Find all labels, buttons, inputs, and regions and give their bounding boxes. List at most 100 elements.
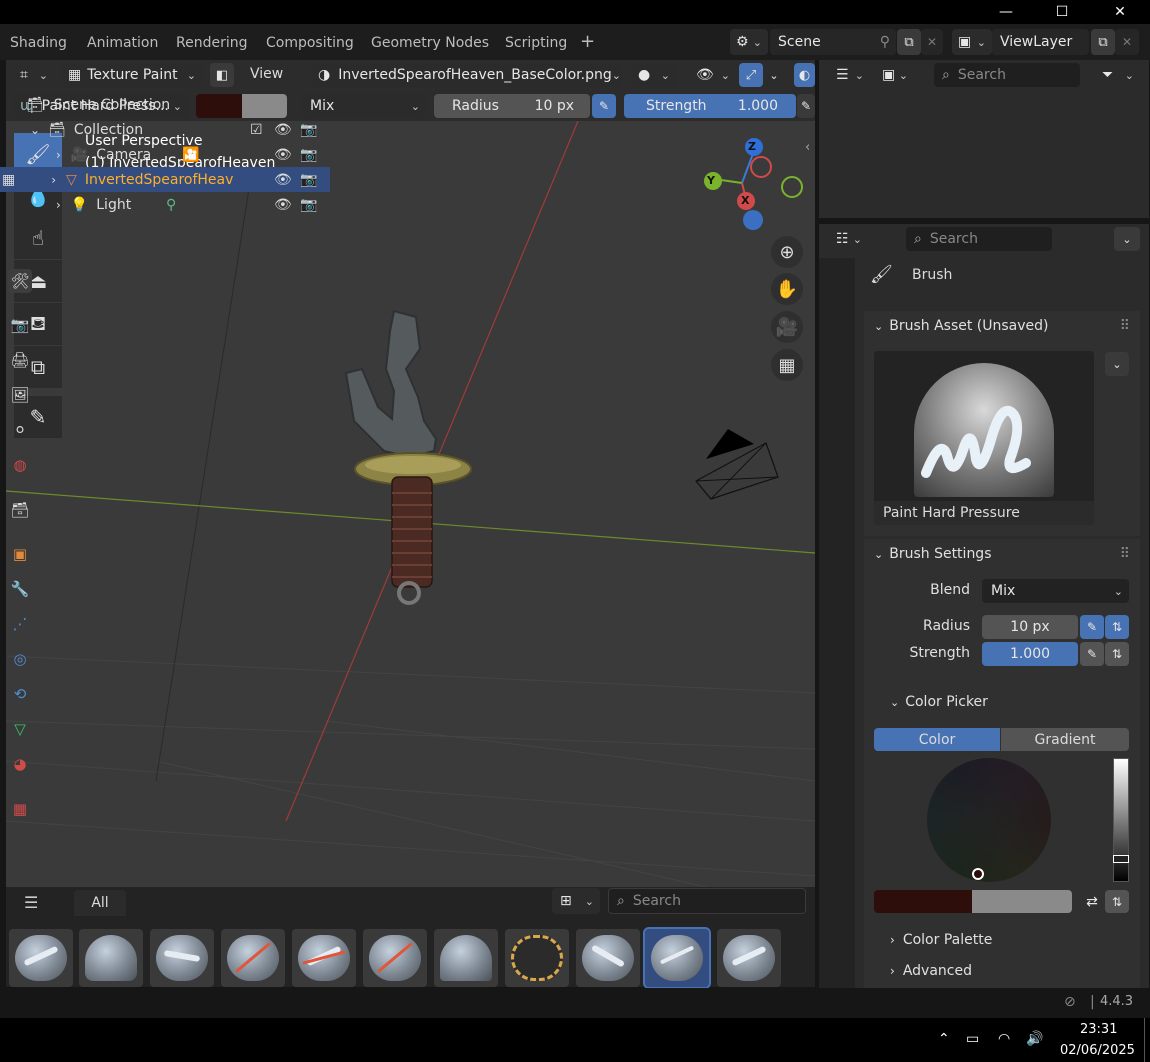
brush-thumb-paint-hard-pressure[interactable] xyxy=(643,927,711,989)
tab-rendering[interactable]: Rendering xyxy=(176,35,248,51)
brush-thumb-3[interactable] xyxy=(150,929,214,987)
pin-icon[interactable]: ⚲ xyxy=(880,34,896,50)
outliner-row-spear[interactable]: ▦ › ▽ InvertedSpearofHeav 👁 📷 xyxy=(0,167,330,192)
modifier-wrench-icon[interactable]: 🔧 xyxy=(8,577,32,601)
hamburger-menu-icon[interactable]: ☰ xyxy=(24,893,38,912)
clock-time[interactable]: 23:31 xyxy=(1080,1022,1117,1037)
radius-field[interactable]: 10 px xyxy=(982,615,1078,639)
perspective-grid-icon[interactable]: ▦ xyxy=(771,349,803,381)
scene-selector-button[interactable]: ⚙ ⌄ xyxy=(730,29,768,55)
eye-icon[interactable]: 👁 xyxy=(274,197,292,213)
camera-render-icon[interactable]: 📷 xyxy=(300,172,317,188)
radius-unit-icon[interactable]: ⇅ xyxy=(1105,615,1129,639)
collection-tab-icon[interactable]: 🗃 xyxy=(8,498,32,522)
zoom-icon[interactable]: ⊕ xyxy=(771,236,803,268)
properties-editor-type-button[interactable]: ☷ ⌄ xyxy=(832,227,868,251)
editor-type-button[interactable]: ⌗ ⌄ xyxy=(16,63,54,87)
asset-search-input[interactable]: ⌕ Search xyxy=(608,888,806,914)
tab-geometry-nodes[interactable]: Geometry Nodes xyxy=(371,35,489,51)
scene-tab-icon[interactable]: ⚪ xyxy=(8,418,32,442)
color-unit-icon[interactable]: ⇅ xyxy=(1105,890,1129,913)
viewlayer-name-field[interactable]: ViewLayer xyxy=(992,29,1089,55)
color-picker-header[interactable]: ⌄ Color Picker xyxy=(880,687,1130,717)
blend-dropdown[interactable]: Mix ⌄ xyxy=(982,579,1129,603)
outliner-row-collection[interactable]: ⌄ 🗃 Collection ☑ 👁 📷 xyxy=(0,117,330,142)
checkbox-icon[interactable]: ☑ xyxy=(250,122,263,138)
properties-options-icon[interactable]: ⌄ xyxy=(1114,227,1140,251)
outliner-editor-type-button[interactable]: ☰ ⌄ xyxy=(832,63,870,87)
tool-tab-icon[interactable]: 🛠 xyxy=(8,269,32,293)
material-tab-icon[interactable]: ◕ xyxy=(8,752,32,776)
color-palette-header[interactable]: › Color Palette xyxy=(880,925,1130,955)
close-icon[interactable]: ✕ xyxy=(1092,0,1148,24)
image-selector[interactable]: ◑ InvertedSpearofHeaven_BaseColor.png ⌄ xyxy=(312,63,622,87)
world-tab-icon[interactable]: ◍ xyxy=(8,453,32,477)
outliner-row-scene-collection[interactable]: 🗃 Scene Collection xyxy=(0,92,330,117)
tab-animation[interactable]: Animation xyxy=(87,35,158,51)
delete-viewlayer-icon[interactable]: ✕ xyxy=(1115,29,1139,55)
clock-date[interactable]: 02/06/2025 xyxy=(1060,1043,1135,1058)
color-tab[interactable]: Color xyxy=(874,728,1000,751)
data-tab-icon[interactable]: ▽ xyxy=(8,717,32,741)
outliner-search-input[interactable]: ⌕ Search xyxy=(934,63,1080,87)
strength-field[interactable]: 1.000 xyxy=(982,642,1078,666)
strength-pressure-icon[interactable]: ✎ xyxy=(1080,642,1104,666)
display-mode-selector[interactable]: ▣ ⌄ xyxy=(876,63,914,87)
object-tab-icon[interactable]: ▣ xyxy=(8,542,32,566)
smear-tool-icon[interactable]: ☝ xyxy=(14,217,62,259)
brush-thumb-7[interactable] xyxy=(434,929,498,987)
scene-name-field[interactable]: Scene ⚲ xyxy=(770,29,896,55)
brush-thumb-11[interactable] xyxy=(717,929,781,987)
color-wheel-cursor[interactable] xyxy=(972,868,984,880)
wifi-icon[interactable]: ◠ xyxy=(998,1031,1010,1047)
drag-handle-icon[interactable]: ⠿ xyxy=(1120,318,1140,334)
brush-thumb-2[interactable] xyxy=(79,929,143,987)
color-wheel[interactable] xyxy=(927,758,1051,882)
expand-chevron-icon[interactable]: › xyxy=(51,173,56,187)
radius-pressure-icon[interactable]: ✎ xyxy=(1080,615,1104,639)
camera-data-icon[interactable]: 🎦 xyxy=(182,147,199,163)
brush-settings-header[interactable]: ⌄ Brush Settings ⠿ xyxy=(864,539,1140,569)
slot-selector[interactable]: ● ⌄ xyxy=(632,63,676,87)
texture-tab-icon[interactable]: ▦ xyxy=(8,797,32,821)
properties-search-input[interactable]: ⌕ Search xyxy=(906,227,1052,251)
outliner-row-light[interactable]: › 💡 Light ⚲ 👁 📷 xyxy=(0,192,330,217)
value-slider-handle[interactable] xyxy=(1113,855,1129,863)
maximize-icon[interactable]: ☐ xyxy=(1034,0,1090,24)
filter-button[interactable]: ⏷ ⌄ xyxy=(1098,63,1140,87)
minimize-icon[interactable]: — xyxy=(978,0,1034,24)
render-tab-icon[interactable]: 📷 xyxy=(8,313,32,337)
eye-icon[interactable]: 👁 xyxy=(274,147,292,163)
pan-hand-icon[interactable]: ✋ xyxy=(771,273,803,305)
new-viewlayer-icon[interactable]: ⧉ xyxy=(1091,29,1115,55)
brush-asset-menu-icon[interactable]: ⌄ xyxy=(1105,352,1129,376)
view-menu[interactable]: View xyxy=(250,66,283,82)
tab-shading[interactable]: Shading xyxy=(10,35,67,51)
camera-render-icon[interactable]: 📷 xyxy=(300,147,317,163)
brush-thumb-8[interactable] xyxy=(505,929,569,987)
drag-handle-icon[interactable]: ⠿ xyxy=(1120,546,1140,562)
brush-thumb-6[interactable] xyxy=(363,929,427,987)
value-slider[interactable] xyxy=(1113,758,1129,882)
show-desktop-divider[interactable] xyxy=(1144,1018,1145,1062)
display-mode-button[interactable]: ⊞ ⌄ xyxy=(552,888,600,914)
asset-tab-all[interactable]: All xyxy=(74,890,126,916)
battery-icon[interactable]: ▭ xyxy=(966,1031,979,1047)
viewlayer-selector-button[interactable]: ▣ ⌄ xyxy=(952,29,992,55)
camera-view-icon[interactable]: 🎥 xyxy=(771,311,803,343)
light-data-icon[interactable]: ⚲ xyxy=(166,197,176,213)
expand-chevron-icon[interactable]: › xyxy=(56,148,61,162)
expand-chevron-icon[interactable]: › xyxy=(56,198,61,212)
mask-toggle-icon[interactable]: ◧ xyxy=(210,63,234,87)
visibility-selector[interactable]: 👁 ⌄ xyxy=(692,63,736,87)
strength-slider[interactable]: Strength 1.000 xyxy=(624,94,796,118)
overlay-toggle-icon[interactable]: ◐ xyxy=(794,63,815,87)
show-hidden-icons-icon[interactable]: ⌃ xyxy=(938,1031,950,1047)
view-layer-tab-icon[interactable]: 🖼 xyxy=(8,383,32,407)
volume-icon[interactable]: 🔊 xyxy=(1026,1031,1043,1047)
camera-render-icon[interactable]: 📷 xyxy=(300,122,317,138)
secondary-color-swatch[interactable] xyxy=(972,890,1072,913)
particles-tab-icon[interactable]: ⋰ xyxy=(8,612,32,636)
outliner-row-camera[interactable]: › 🎥 Camera 🎦 👁 📷 xyxy=(0,142,330,167)
eye-icon[interactable]: 👁 xyxy=(274,122,292,138)
